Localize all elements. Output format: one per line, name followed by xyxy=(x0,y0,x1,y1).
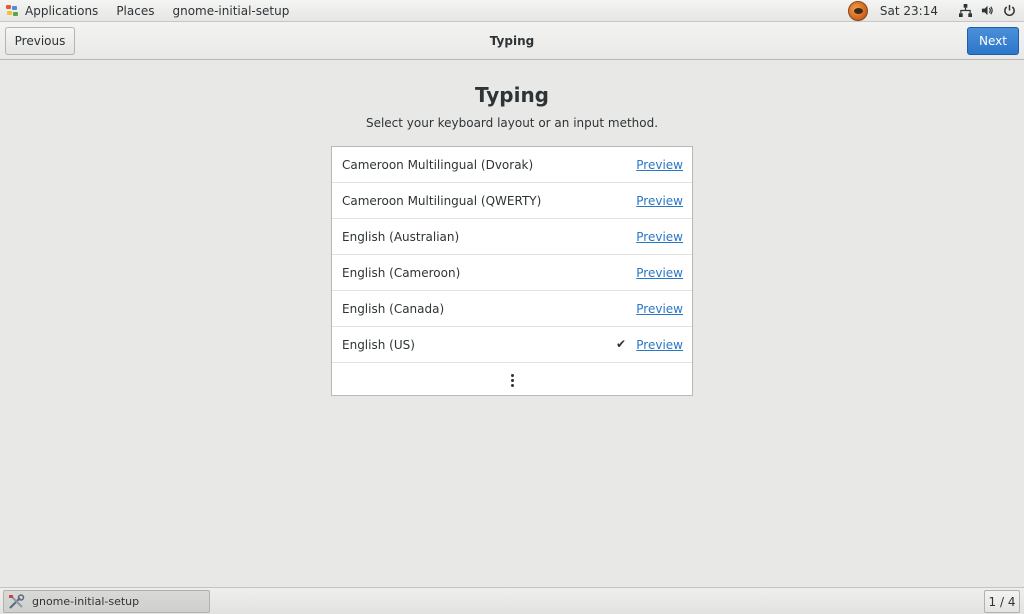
preview-link[interactable]: Preview xyxy=(636,266,683,280)
taskbar-window-button[interactable]: gnome-initial-setup xyxy=(3,590,210,613)
clock[interactable]: Sat 23:14 xyxy=(880,4,938,18)
network-icon[interactable] xyxy=(956,2,974,20)
layout-row[interactable]: English (Canada) Preview xyxy=(332,291,692,327)
setup-tools-icon xyxy=(9,593,25,609)
more-layouts-button[interactable] xyxy=(332,363,692,397)
layout-name: English (Australian) xyxy=(342,229,460,244)
page-subtitle: Select your keyboard layout or an input … xyxy=(365,116,659,130)
bottom-panel: gnome-initial-setup 1 / 4 xyxy=(0,587,1024,614)
layout-row[interactable]: Cameroon Multilingual (QWERTY) Preview xyxy=(332,183,692,219)
header-title: Typing xyxy=(489,34,535,48)
layout-name: English (Cameroon) xyxy=(342,265,461,280)
layout-name: Cameroon Multilingual (Dvorak) xyxy=(342,157,534,172)
header-bar: Typing Previous Next xyxy=(0,22,1024,60)
layout-row-selected[interactable]: English (US) ✔ Preview xyxy=(332,327,692,363)
more-vertical-icon xyxy=(510,373,514,387)
applications-label: Applications xyxy=(25,3,99,18)
preview-link[interactable]: Preview xyxy=(636,230,683,244)
applications-icon xyxy=(6,4,20,17)
layout-name: Cameroon Multilingual (QWERTY) xyxy=(342,193,542,208)
places-menu[interactable]: Places xyxy=(107,0,163,21)
check-icon: ✔ xyxy=(616,337,627,351)
next-button[interactable]: Next xyxy=(967,27,1019,55)
keyboard-layout-list: Cameroon Multilingual (Dvorak) Preview C… xyxy=(331,146,693,396)
layout-row[interactable]: English (Cameroon) Preview xyxy=(332,255,692,291)
volume-icon[interactable] xyxy=(978,2,996,20)
applications-menu[interactable]: Applications xyxy=(0,0,107,21)
previous-button[interactable]: Previous xyxy=(5,27,75,55)
preview-link[interactable]: Preview xyxy=(636,338,683,352)
preview-link[interactable]: Preview xyxy=(636,194,683,208)
taskbar-window-label: gnome-initial-setup xyxy=(32,595,140,608)
places-label: Places xyxy=(116,3,155,18)
workspace-switcher[interactable]: 1 / 4 xyxy=(984,590,1020,613)
app-menu[interactable]: gnome-initial-setup xyxy=(163,0,298,21)
layout-name: English (US) xyxy=(342,337,415,352)
app-menu-label: gnome-initial-setup xyxy=(172,3,290,18)
top-panel: Applications Places gnome-initial-setup … xyxy=(0,0,1024,22)
power-icon[interactable] xyxy=(1000,2,1018,20)
preview-link[interactable]: Preview xyxy=(636,302,683,316)
weather-icon[interactable] xyxy=(847,0,868,21)
page-title: Typing xyxy=(474,83,550,107)
layout-name: English (Canada) xyxy=(342,301,445,316)
layout-row[interactable]: Cameroon Multilingual (Dvorak) Preview xyxy=(332,147,692,183)
preview-link[interactable]: Preview xyxy=(636,158,683,172)
layout-row[interactable]: English (Australian) Preview xyxy=(332,219,692,255)
